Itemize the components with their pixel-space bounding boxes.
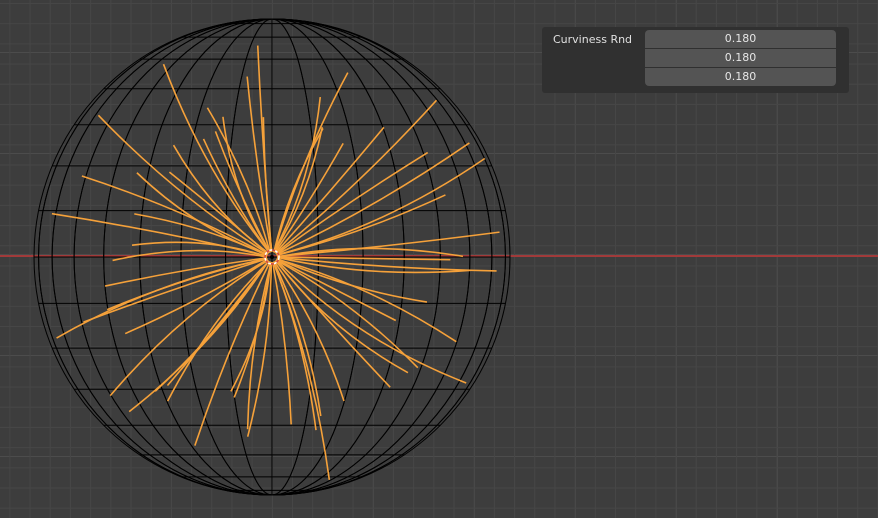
3d-viewport[interactable]: Curviness Rnd 0.180 0.180 0.180 bbox=[0, 0, 878, 518]
hair-strand bbox=[276, 247, 464, 258]
curviness-rnd-y-field[interactable]: 0.180 bbox=[645, 49, 836, 67]
hair-strand bbox=[206, 107, 271, 253]
hair-strand bbox=[51, 212, 268, 257]
curviness-rnd-z-field[interactable]: 0.180 bbox=[645, 68, 836, 86]
hair-strand bbox=[275, 259, 419, 369]
hair-strand bbox=[272, 261, 331, 480]
curviness-rnd-label: Curviness Rnd bbox=[553, 33, 633, 46]
hair-strand bbox=[83, 257, 268, 323]
curviness-rnd-x-field[interactable]: 0.180 bbox=[645, 30, 836, 48]
hair-strand bbox=[273, 261, 345, 402]
hair-strand bbox=[276, 231, 500, 258]
hair-strand bbox=[124, 258, 268, 335]
hair-strand bbox=[275, 142, 470, 256]
adjust-last-operation-panel: Curviness Rnd 0.180 0.180 0.180 bbox=[542, 27, 849, 93]
hair-strand bbox=[272, 261, 317, 431]
hair-strand bbox=[273, 72, 349, 253]
hair-strand bbox=[276, 258, 457, 343]
hair-strand bbox=[104, 257, 268, 287]
hair-strand bbox=[276, 157, 486, 256]
hair-strand bbox=[194, 261, 271, 446]
hair-strand bbox=[112, 249, 268, 262]
hair-strand bbox=[168, 171, 269, 255]
